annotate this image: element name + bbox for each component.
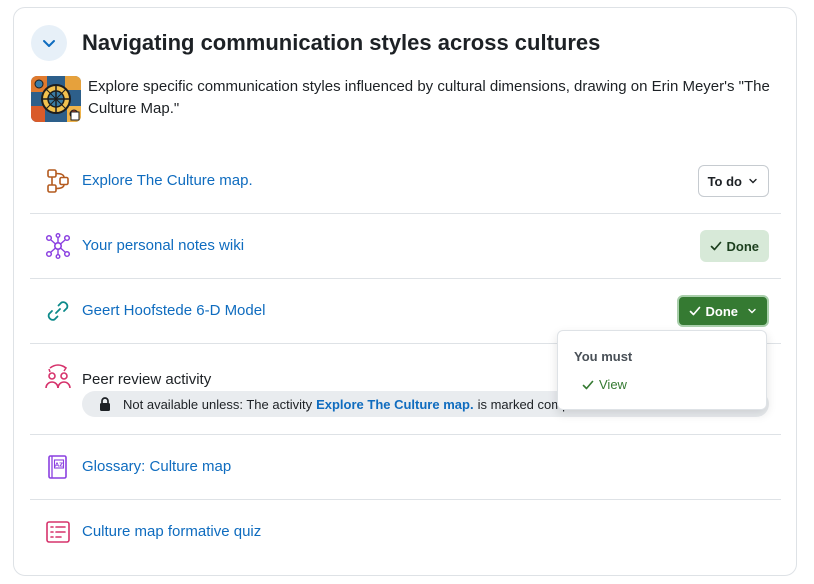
restriction-activity-link[interactable]: Explore The Culture map.	[316, 397, 473, 412]
quiz-icon	[44, 518, 72, 546]
activity-row: Culture map formative quiz	[30, 500, 781, 565]
chevron-down-icon	[749, 178, 757, 184]
completion-status-label: Done	[705, 303, 739, 319]
activity-name-peer-review: Peer review activity	[82, 371, 212, 388]
chevron-down-icon	[43, 40, 55, 47]
section-summary: Explore specific communication styles in…	[88, 78, 770, 117]
activity-link-glossary[interactable]: Glossary: Culture map	[82, 458, 231, 475]
dropdown-header: You must	[574, 349, 633, 364]
completion-todo-button[interactable]: To do	[697, 165, 769, 197]
link-icon	[44, 297, 72, 325]
activity-row: Your personal notes wiki Done	[30, 214, 781, 279]
completion-done-button[interactable]: Done	[699, 230, 769, 262]
network-nodes-icon	[44, 232, 72, 260]
completion-status-label: To do	[707, 173, 742, 189]
activity-link-notes-wiki[interactable]: Your personal notes wiki	[82, 237, 244, 254]
peer-review-icon	[44, 362, 72, 390]
check-icon	[582, 380, 594, 389]
check-icon	[689, 306, 700, 316]
lock-icon	[99, 397, 111, 411]
dropdown-item-label: View	[599, 377, 627, 392]
restriction-prefix: Not available unless: The activity	[123, 396, 313, 412]
collapse-section-button[interactable]	[31, 25, 67, 61]
check-icon	[710, 241, 721, 251]
svg-text:AZ: AZ	[55, 463, 63, 469]
completion-status-label: Done	[726, 238, 760, 254]
section-title: Navigating communication styles across c…	[82, 30, 601, 55]
activity-row: AZ Glossary: Culture map	[30, 435, 781, 500]
activity-link-culture-map[interactable]: Explore The Culture map.	[82, 172, 253, 189]
flow-diagram-icon	[44, 167, 72, 195]
chevron-down-icon	[748, 308, 756, 314]
completion-done-dropdown-button[interactable]: Done	[676, 295, 769, 327]
section-image	[31, 76, 81, 122]
section-card: Navigating communication styles across c…	[13, 7, 797, 576]
glossary-book-icon: AZ	[44, 453, 72, 481]
dropdown-item-view[interactable]: View	[582, 377, 627, 392]
activity-row: Explore The Culture map. To do	[30, 149, 781, 214]
activity-link-quiz[interactable]: Culture map formative quiz	[82, 523, 261, 540]
completion-dropdown-menu: You must View	[557, 330, 767, 410]
activity-link-hofstede[interactable]: Geert Hoofstede 6-D Model	[82, 302, 265, 319]
